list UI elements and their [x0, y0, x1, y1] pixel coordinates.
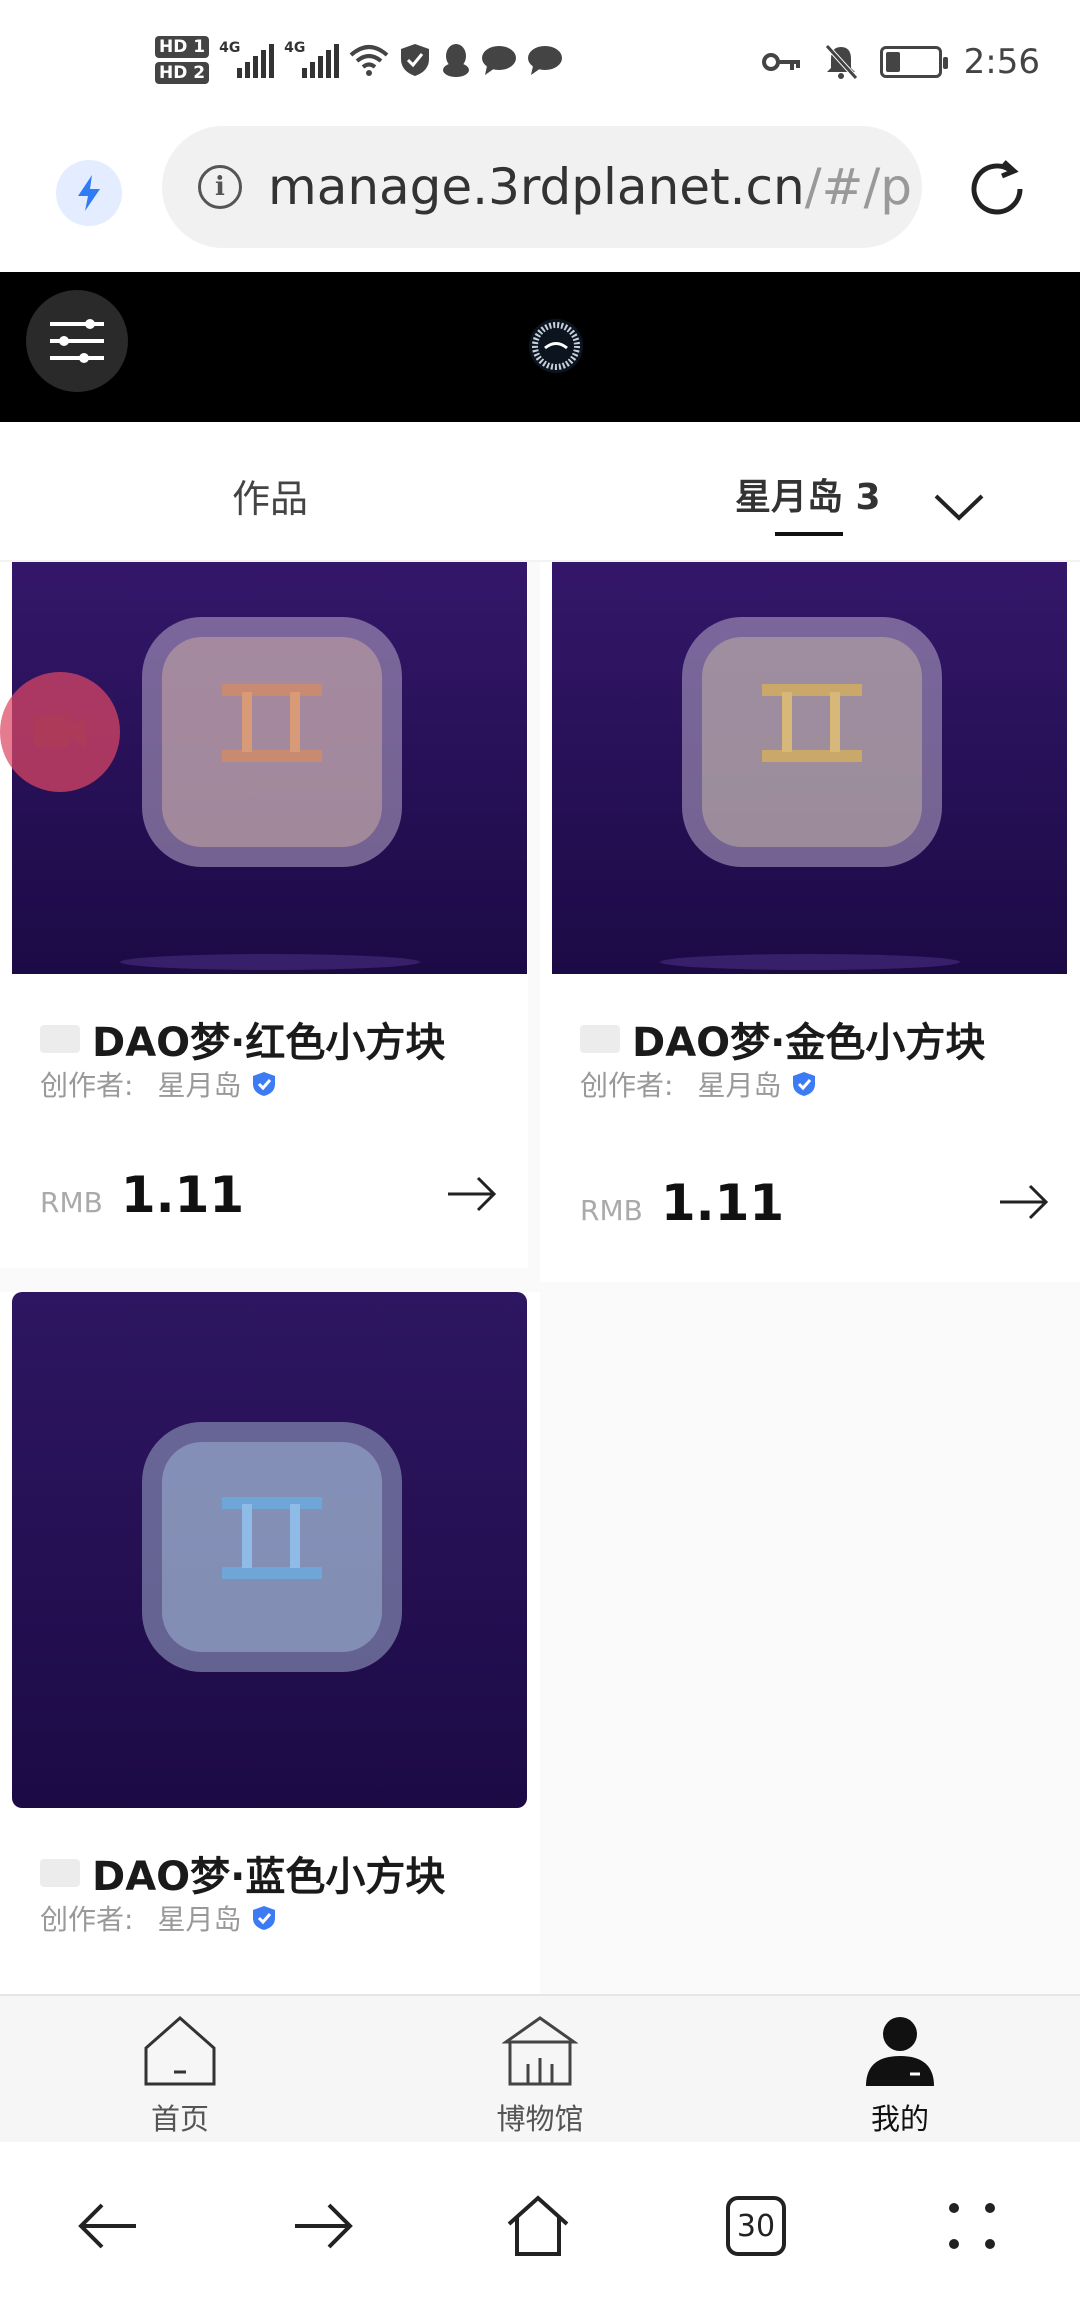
filter-sliders-icon — [50, 319, 104, 363]
hd-badges: HD 1 HD 2 — [155, 36, 210, 84]
video-fab-button[interactable] — [0, 672, 120, 792]
app-bottom-nav: 首页 博物馆 我的 — [0, 1994, 1080, 2142]
collectible-title: DAO梦·金色小方块 — [580, 1010, 985, 1068]
site-header — [0, 272, 1080, 422]
arrow-left-icon — [78, 2203, 136, 2249]
mute-bell-icon — [824, 44, 858, 80]
lightning-icon[interactable] — [56, 160, 122, 226]
tab-count: 30 — [726, 2196, 786, 2256]
menu-dots-icon — [949, 2203, 995, 2249]
home-button[interactable] — [498, 2186, 578, 2266]
video-camera-icon — [34, 716, 86, 748]
arrow-right-icon — [295, 2203, 353, 2249]
status-left-icons: HD 1 HD 2 4G 4G — [155, 30, 563, 90]
menu-button[interactable] — [932, 2186, 1012, 2266]
qq-icon — [443, 44, 470, 77]
verified-badge-icon — [793, 1072, 816, 1096]
filter-button[interactable] — [26, 290, 128, 392]
price: RMB 1.11 — [40, 1166, 245, 1224]
ticket-icon — [40, 1859, 80, 1887]
collectible-title: DAO梦·红色小方块 — [40, 1010, 445, 1068]
info-icon[interactable]: i — [198, 165, 242, 209]
shield-icon — [401, 44, 430, 76]
forward-button[interactable] — [283, 2186, 363, 2266]
collectible-card[interactable]: DAO梦·金色小方块 创作者: 星月岛 RMB 1.11 — [540, 562, 1080, 1282]
browser-address-bar: i manage.3rdplanet.cn/#/p — [0, 120, 1080, 272]
signal-icon-1: 4G — [219, 40, 275, 78]
url-text[interactable]: manage.3rdplanet.cn/#/p — [268, 158, 912, 216]
hd2-badge: HD 2 — [155, 62, 210, 84]
collectible-card[interactable]: DAO梦·蓝色小方块 创作者: 星月岛 — [0, 1292, 540, 1994]
arrow-right-icon[interactable] — [444, 1174, 500, 1214]
wifi-icon — [349, 45, 389, 76]
verified-badge-icon — [253, 1072, 276, 1096]
url-field[interactable]: i manage.3rdplanet.cn/#/p — [162, 126, 922, 248]
ticket-icon — [40, 1025, 80, 1053]
collectible-title: DAO梦·蓝色小方块 — [40, 1844, 445, 1902]
key-icon — [761, 53, 800, 71]
category-tabs: 作品 星月岛 3 — [0, 422, 1080, 562]
creator-line: 创作者: 星月岛 — [40, 1898, 277, 1938]
arrow-right-icon[interactable] — [996, 1182, 1052, 1222]
nav-home[interactable]: 首页 — [100, 2014, 260, 2138]
tab-xingyuedao[interactable]: 星月岛 3 — [735, 468, 881, 520]
back-button[interactable] — [68, 2186, 148, 2266]
message-icon — [482, 46, 517, 75]
collectible-image[interactable] — [12, 1292, 527, 1808]
reload-icon[interactable] — [962, 154, 1032, 224]
collectible-card[interactable]: DAO梦·红色小方块 创作者: 星月岛 RMB 1.11 — [0, 562, 528, 1268]
chevron-down-icon[interactable] — [932, 490, 986, 524]
hd1-badge: HD 1 — [155, 36, 210, 58]
browser-bottom-bar: 30 — [0, 2142, 1080, 2310]
verified-badge-icon — [253, 1906, 276, 1930]
creator-line: 创作者: 星月岛 — [580, 1064, 817, 1104]
battery-icon — [879, 46, 948, 78]
nav-mine[interactable]: 我的 — [820, 2014, 980, 2138]
collection-grid: DAO梦·红色小方块 创作者: 星月岛 RMB 1.11 DAO梦·金色小方块 创作… — [0, 562, 1080, 1994]
signal-icon-2: 4G — [284, 40, 340, 78]
user-icon — [866, 2017, 934, 2086]
status-right-icons: 2:56 — [761, 34, 1040, 90]
museum-icon — [501, 2016, 579, 2086]
home-icon — [507, 2195, 569, 2256]
collectible-image[interactable] — [552, 562, 1067, 974]
ticket-icon — [580, 1025, 620, 1053]
clock: 2:56 — [963, 42, 1040, 82]
tab-works[interactable]: 作品 — [232, 468, 308, 523]
creator-line: 创作者: 星月岛 — [40, 1064, 277, 1104]
site-logo — [529, 319, 583, 373]
tabs-button[interactable]: 30 — [716, 2186, 796, 2266]
status-bar: HD 1 HD 2 4G 4G 2:56 — [0, 0, 1080, 120]
active-tab-underline — [775, 532, 843, 536]
price: RMB 1.11 — [580, 1174, 785, 1232]
home-icon — [144, 2015, 216, 2086]
chat-icon — [528, 46, 563, 75]
nav-museum[interactable]: 博物馆 — [460, 2014, 620, 2138]
